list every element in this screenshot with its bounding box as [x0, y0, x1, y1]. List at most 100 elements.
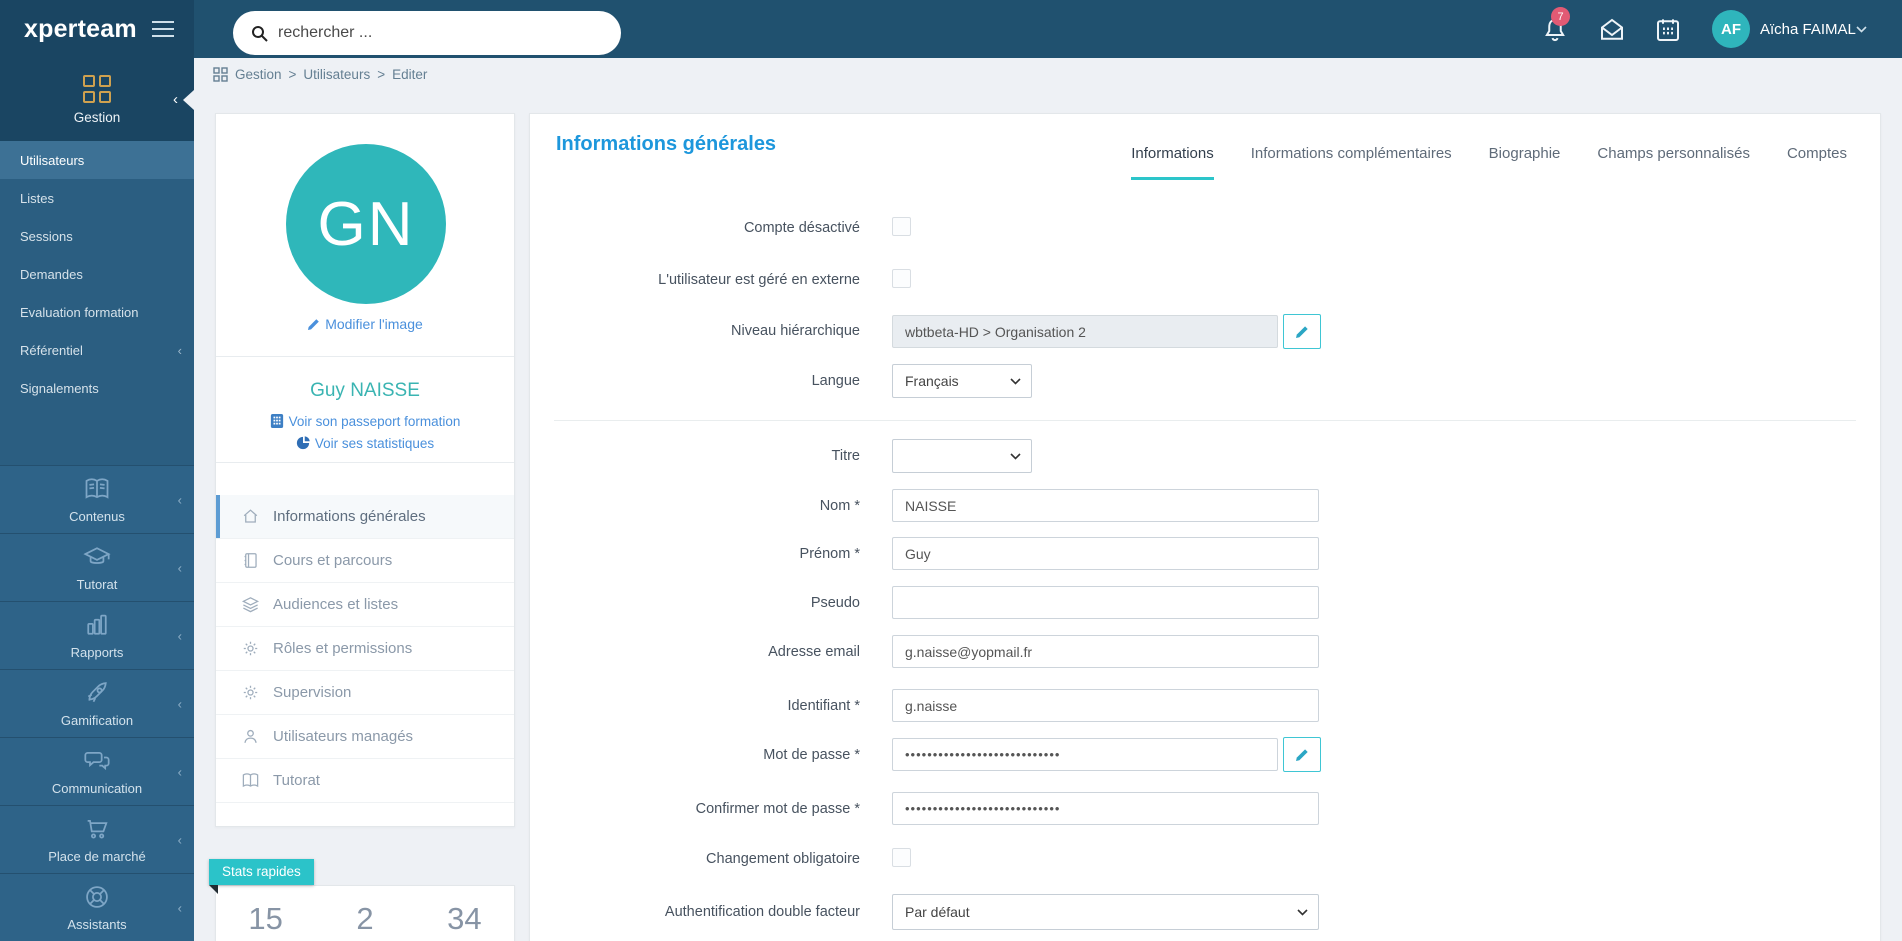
sidebar-item-label: Sessions [20, 228, 73, 244]
breadcrumb-utilisateurs[interactable]: Utilisateurs [303, 67, 370, 82]
menu-item-audiences-et-listes[interactable]: Audiences et listes [216, 583, 514, 627]
mail-icon[interactable] [1597, 15, 1627, 45]
sidebar-section-label: Gestion [73, 109, 121, 125]
changement-obligatoire-checkbox[interactable] [892, 848, 911, 867]
sidebar-section-contenus[interactable]: Contenus ‹ [0, 465, 194, 533]
sidebar-section-label: Contenus [69, 509, 125, 524]
menu-item-roles-et-permissions[interactable]: Rôles et permissions [216, 627, 514, 671]
sidebar-item-listes[interactable]: Listes [0, 179, 194, 217]
tab-informations-complementaires[interactable]: Informations complémentaires [1251, 145, 1452, 180]
sidebar-item-evaluation-formation[interactable]: Evaluation formation [0, 293, 194, 331]
sidebar-item-referentiel[interactable]: Référentiel ‹ [0, 331, 194, 369]
field-label: Changement obligatoire [706, 851, 860, 867]
open-book-icon [242, 773, 259, 788]
gear-icon [243, 641, 258, 656]
sidebar-section-gamification[interactable]: Gamification ‹ [0, 669, 194, 737]
edit-image-link[interactable]: Modifier l'image [216, 316, 514, 332]
titre-select[interactable] [892, 439, 1032, 473]
chevron-down-icon [1010, 377, 1021, 385]
life-ring-icon [86, 886, 108, 908]
chevron-left-icon: ‹ [177, 900, 182, 915]
tab-biographie[interactable]: Biographie [1489, 145, 1561, 180]
book-icon [85, 478, 109, 499]
notebook-icon [244, 553, 257, 568]
hamburger-menu-icon[interactable] [152, 21, 174, 37]
field-label: Adresse email [768, 644, 860, 660]
sidebar-item-utilisateurs[interactable]: Utilisateurs [0, 141, 194, 179]
shopping-cart-icon [87, 819, 108, 839]
confirmer-mot-de-passe-input[interactable] [892, 792, 1319, 825]
statistics-link[interactable]: Voir ses statistiques [216, 436, 514, 451]
sidebar-section-tutorat[interactable]: Tutorat ‹ [0, 533, 194, 601]
home-icon [243, 509, 258, 523]
rocket-icon [87, 682, 107, 703]
field-label: L'utilisateur est géré en externe [658, 272, 860, 288]
graduation-cap-icon [83, 547, 111, 564]
sidebar-section-assistants[interactable]: Assistants ‹ [0, 873, 194, 941]
stats-rapides-badge: Stats rapides [209, 859, 314, 894]
sidebar-section-communication[interactable]: Communication ‹ [0, 737, 194, 805]
profile-menu: Informations générales Cours et parcours… [216, 495, 514, 803]
pseudo-input[interactable] [892, 586, 1319, 619]
menu-item-cours-et-parcours[interactable]: Cours et parcours [216, 539, 514, 583]
tab-comptes[interactable]: Comptes [1787, 145, 1847, 180]
email-input[interactable] [892, 635, 1319, 668]
search-input[interactable] [278, 24, 603, 42]
tab-informations[interactable]: Informations [1131, 145, 1214, 180]
sidebar-item-label: Utilisateurs [20, 152, 85, 168]
user-avatar[interactable]: AF [1712, 10, 1750, 48]
profile-name: Guy NAISSE [310, 380, 420, 401]
main-form-card: Informations générales Informations Info… [529, 113, 1881, 941]
menu-item-informations-generales[interactable]: Informations générales [216, 495, 514, 539]
sidebar-item-demandes[interactable]: Demandes [0, 255, 194, 293]
active-section-notch [183, 89, 194, 110]
calendar-icon[interactable] [1653, 15, 1683, 45]
sidebar-item-signalements[interactable]: Signalements [0, 369, 194, 407]
gere-en-externe-checkbox[interactable] [892, 269, 911, 288]
user-name[interactable]: Aïcha FAIMAL [1760, 21, 1856, 38]
field-label: Langue [811, 373, 860, 389]
passport-link[interactable]: Voir son passeport formation [216, 414, 514, 429]
identifiant-input[interactable] [892, 689, 1319, 722]
bar-chart-icon [87, 614, 107, 635]
sidebar-section-gestion[interactable]: Gestion ‹ [0, 58, 194, 141]
sidebar-section-place-de-marche[interactable]: Place de marché ‹ [0, 805, 194, 873]
chevron-left-icon: ‹ [177, 342, 182, 358]
chevron-down-icon[interactable] [1856, 26, 1867, 33]
stat-value: 15 [248, 901, 283, 936]
layers-icon [241, 597, 260, 613]
field-label: Compte désactivé [743, 220, 860, 236]
prenom-input[interactable] [892, 537, 1319, 570]
mot-de-passe-input[interactable] [892, 738, 1278, 771]
menu-item-supervision[interactable]: Supervision [216, 671, 514, 715]
edit-niveau-button[interactable] [1283, 314, 1321, 349]
stat-value: 2 [356, 901, 374, 936]
authentification-double-facteur-select[interactable]: Par défaut [892, 894, 1319, 930]
user-icon [244, 729, 257, 743]
tab-champs-personnalises[interactable]: Champs personnalisés [1597, 145, 1750, 180]
page-title: Informations générales [556, 133, 777, 155]
niveau-hierarchique-input [892, 315, 1278, 348]
breadcrumb-gestion[interactable]: Gestion [235, 67, 282, 82]
field-label: Pseudo [810, 595, 860, 611]
passport-icon [270, 414, 283, 428]
chevron-left-icon: ‹ [177, 696, 182, 711]
sidebar-section-rapports[interactable]: Rapports ‹ [0, 601, 194, 669]
menu-item-tutorat[interactable]: Tutorat [216, 759, 514, 803]
chevron-left-icon[interactable]: ‹ [173, 90, 178, 107]
chevron-left-icon: ‹ [177, 560, 182, 575]
edit-password-button[interactable] [1283, 737, 1321, 772]
field-label: Authentification double facteur [664, 904, 860, 920]
top-bar: xperteam 7 AF Aïcha FAIMAL [0, 0, 1902, 58]
logo-area: xperteam [0, 0, 194, 58]
global-search[interactable] [233, 11, 621, 55]
nom-input[interactable] [892, 489, 1319, 522]
sidebar-section-label: Place de marché [48, 849, 146, 864]
sidebar-item-sessions[interactable]: Sessions [0, 217, 194, 255]
langue-select[interactable]: Français [892, 364, 1032, 398]
chevron-left-icon: ‹ [177, 628, 182, 643]
compte-desactive-checkbox[interactable] [892, 217, 911, 236]
stats-card: 15 2 34 [215, 885, 515, 941]
menu-item-utilisateurs-manages[interactable]: Utilisateurs managés [216, 715, 514, 759]
chevron-down-icon [1297, 908, 1308, 916]
